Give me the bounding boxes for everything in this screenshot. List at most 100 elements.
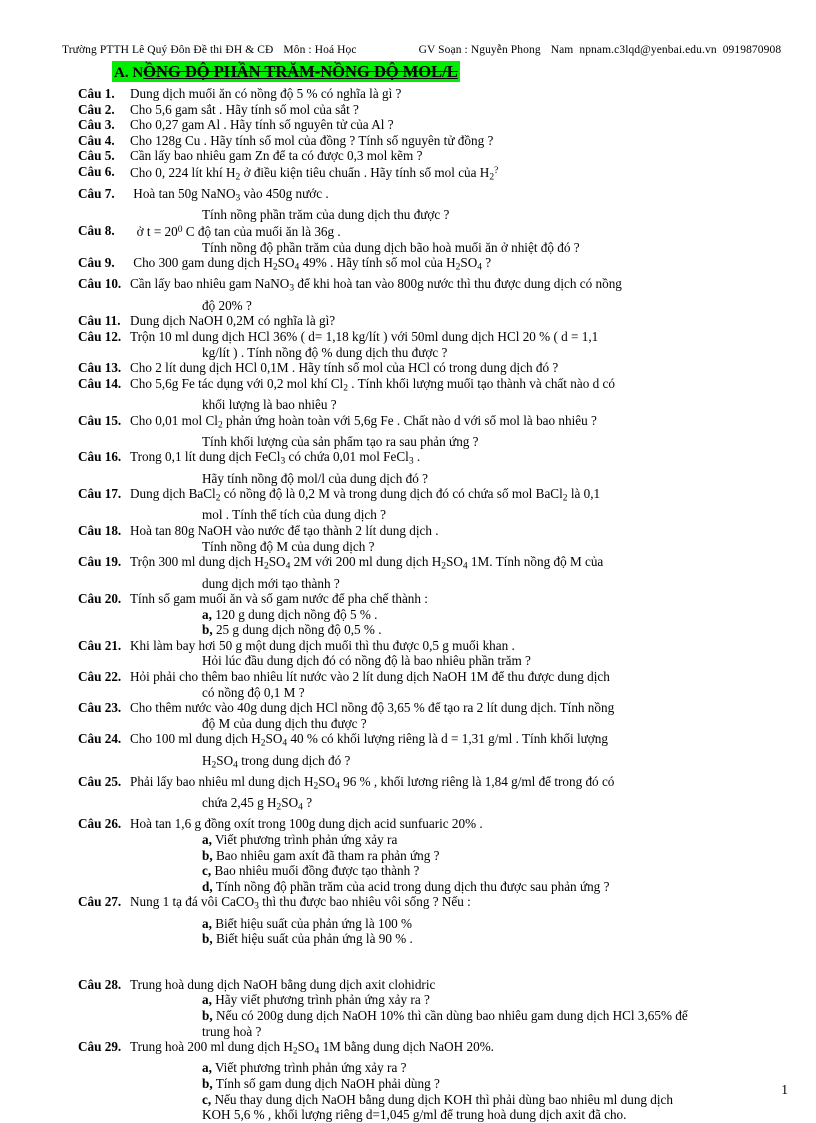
question-text: Cho 5,6g Fe tác dụng với 0,2 mol khí Cl2…	[130, 375, 615, 394]
question-item: Câu 24. Cho 100 ml dung dịch H2SO4 40 % c…	[62, 731, 804, 752]
question-label: Câu 24.	[78, 731, 122, 747]
question-item: Câu 23. Cho thêm nước vào 40g dung dịch …	[62, 700, 804, 716]
header-phone: 0919870908	[722, 44, 782, 56]
question-item: Câu 4. Cho 128g Cu . Hãy tính số mol của …	[62, 133, 804, 149]
question-item: Câu 20. Tính số gam muối ăn và số gam nướ…	[62, 591, 804, 607]
question-item: Câu 8. ở t = 200 C độ tan của muối ăn là…	[62, 223, 804, 240]
question-label: Câu 11.	[78, 313, 121, 329]
question-item: Câu 18. Hoà tan 80g NaOH vào nước để tạo…	[62, 523, 804, 539]
question-item: Câu 16. Trong 0,1 lít dung dịch FeCl3 có …	[62, 449, 804, 470]
question-item: Câu 14. Cho 5,6g Fe tác dụng với 0,2 mol …	[62, 376, 804, 397]
question-text: ở t = 200 C độ tan của muối ăn là 36g .	[130, 224, 341, 240]
question-list: Câu 1. Dung dịch muối ăn có nồng độ 5 % c…	[62, 86, 804, 1123]
question-label: Câu 14.	[78, 375, 122, 391]
question-text: Trộn 10 ml dung dịch HCl 36% ( d= 1,18 k…	[130, 328, 599, 344]
question-item: Câu 21. Khi làm bay hơi 50 g một dung dịc…	[62, 638, 804, 654]
question-item: Câu 6. Cho 0, 224 lít khí H2 ở điều kiện …	[62, 164, 804, 186]
question-continuation: khối lượng là bao nhiêu ?	[202, 396, 337, 412]
question-continuation: chứa 2,45 g H2SO4 ?	[202, 795, 313, 813]
question-text: Phải lấy bao nhiêu ml dung dịch H2SO4 96…	[130, 773, 615, 792]
question-text: Cho 0,27 gam Al . Hãy tính số nguyên tử …	[130, 117, 394, 133]
question-label: Câu 8.	[78, 223, 115, 239]
question-label: Câu 4.	[78, 132, 115, 148]
question-label: Câu 29.	[78, 1039, 122, 1055]
question-text: Cần lấy bao nhiêu gam NaNO3 để khi hoà t…	[130, 276, 622, 295]
question-continuation: H2SO4 trong dung dịch đó ?	[202, 752, 351, 771]
question-text: Cho 100 ml dung dịch H2SO4 40 % có khối …	[130, 731, 608, 750]
question-label: Câu 3.	[78, 117, 115, 133]
question-text: Dung dịch NaOH 0,2M có nghĩa là gì?	[130, 313, 336, 329]
question-item: Câu 2. Cho 5,6 gam sắt . Hãy tính số mol …	[62, 102, 804, 118]
question-subitem: KOH 5,6 % , khối lượng riêng d=1,045 g/m…	[202, 1107, 627, 1123]
question-item: Câu 3. Cho 0,27 gam Al . Hãy tính số nguy…	[62, 117, 804, 133]
question-label: Câu 19.	[78, 554, 122, 570]
header-teacher: GV Soạn : Nguyễn Phong	[418, 44, 541, 56]
question-text: Cho 128g Cu . Hãy tính số mol của đồng ?…	[130, 132, 494, 148]
question-continuation: Hỏi lúc đầu dung dịch đó có nồng độ là b…	[202, 653, 531, 669]
question-text: Cho 300 gam dung dịch H2SO4 49% . Hãy tí…	[130, 255, 492, 273]
question-subitem: d, Tính nồng độ phần trăm của acid trong…	[202, 878, 610, 894]
header-subject: Môn : Hoá Học	[283, 44, 357, 56]
question-text: Trong 0,1 lít dung dịch FeCl3 có chứa 0,…	[130, 449, 421, 468]
header-teacher-name: Nam	[550, 44, 574, 56]
question-label: Câu 10.	[78, 276, 122, 292]
question-text: Dung dịch muối ăn có nồng độ 5 % có nghĩ…	[130, 86, 402, 101]
question-text: Tính số gam muối ăn và số gam nước để ph…	[130, 591, 428, 607]
question-label: Câu 7.	[78, 186, 115, 202]
question-subitem: a, Hãy viết phương trình phản ứng xảy ra…	[202, 992, 430, 1008]
question-label: Câu 20.	[78, 591, 122, 607]
question-continuation: Tính nồng độ phần trăm của dung dịch bão…	[202, 239, 580, 255]
question-text: Hoà tan 50g NaNO3 vào 450g nước .	[130, 186, 329, 204]
question-text: Khi làm bay hơi 50 g một dung dịch muối …	[130, 637, 515, 653]
question-label: Câu 6.	[78, 163, 115, 179]
question-subitem: b, Biết hiệu suất của phản ứng là 90 % .	[202, 931, 413, 947]
question-item: Câu 10. Cần lấy bao nhiêu gam NaNO3 để kh…	[62, 276, 804, 297]
question-item: Câu 26. Hoà tan 1,6 g đồng oxít trong 100…	[62, 816, 804, 832]
question-item: Câu 19. Trộn 300 ml dung dịch H2SO4 2M vớ…	[62, 554, 804, 575]
question-item: Câu 17. Dung dịch BaCl2 có nồng độ là 0,2…	[62, 486, 804, 507]
question-label: Câu 23.	[78, 700, 122, 716]
question-subitem: a, Biết hiệu suất của phản ứng là 100 %	[202, 915, 413, 931]
question-continuation: Tính nồng phần trăm của dung dịch thu đư…	[202, 207, 450, 223]
question-label: Câu 1.	[78, 86, 115, 101]
question-continuation: Tính nồng độ M của dung dịch ?	[202, 538, 375, 554]
question-item: Câu 1. Dung dịch muối ăn có nồng độ 5 % c…	[62, 86, 804, 102]
question-subitem: b, Nếu có 200g dung dịch NaOH 10% thì cầ…	[202, 1008, 688, 1024]
question-continuation: Tính khối lượng của sản phẩm tạo ra sau …	[202, 433, 479, 449]
question-text: Hỏi phải cho thêm bao nhiêu lít nước vào…	[130, 669, 610, 685]
question-item: Câu 13. Cho 2 lít dung dịch HCl 0,1M . Hã…	[62, 360, 804, 376]
question-text: Dung dịch BaCl2 có nồng độ là 0,2 M và t…	[130, 486, 601, 504]
question-subitem: c, Bao nhiêu muối đồng được tạo thành ?	[202, 863, 420, 879]
question-text: Cần lấy bao nhiêu gam Zn để ta có được 0…	[130, 148, 423, 164]
question-label: Câu 2.	[78, 101, 115, 117]
question-label: Câu 12.	[78, 328, 122, 344]
question-text: Hoà tan 1,6 g đồng oxít trong 100g dung …	[130, 816, 483, 832]
document-header: Trường PTTH Lê Quý Đôn Đề thi ĐH & CĐ Môn…	[62, 44, 796, 57]
question-text: Cho 5,6 gam sắt . Hãy tính số mol của sắ…	[130, 101, 359, 117]
question-item: Câu 28. Trung hoà dung dịch NaOH bằng dun…	[62, 977, 804, 993]
question-subitem: a, 120 g dung dịch nồng độ 5 % .	[202, 606, 378, 622]
question-item: Câu 7. Hoà tan 50g NaNO3 vào 450g nước .	[62, 186, 804, 207]
question-item: Câu 9. Cho 300 gam dung dịch H2SO4 49% .…	[62, 255, 804, 276]
question-text: Nung 1 tạ đá vôi CaCO3 thì thu được bao …	[130, 894, 471, 913]
question-text: Trung hoà 200 ml dung dịch H2SO4 1M bằng…	[130, 1039, 494, 1057]
question-label: Câu 26.	[78, 816, 122, 832]
question-text: Trung hoà dung dịch NaOH bằng dung dịch …	[130, 976, 436, 992]
question-label: Câu 17.	[78, 486, 122, 502]
question-subitem: b, Bao nhiêu gam axít đã tham ra phản ứn…	[202, 847, 440, 863]
question-label: Câu 13.	[78, 360, 122, 376]
question-label: Câu 28.	[78, 976, 122, 992]
question-item: Câu 15. Cho 0,01 mol Cl2 phản ứng hoàn to…	[62, 413, 804, 434]
question-subitem: trung hoà ?	[202, 1023, 262, 1039]
question-continuation: có nồng độ 0,1 M ?	[202, 684, 305, 700]
question-item: Câu 11. Dung dịch NaOH 0,2M có nghĩa là …	[62, 313, 804, 329]
question-subitem: b, 25 g dung dịch nồng độ 0,5 % .	[202, 622, 382, 638]
header-school: Trường PTTH Lê Quý Đôn Đề thi ĐH & CĐ	[62, 44, 274, 56]
question-text: Trộn 300 ml dung dịch H2SO4 2M với 200 m…	[130, 554, 604, 572]
question-text: Cho thêm nước vào 40g dung dịch HCl nồng…	[130, 700, 615, 716]
question-label: Câu 27.	[78, 894, 122, 910]
question-subitem: a, Viết phương trình phản ứng xảy ra ?	[202, 1060, 407, 1076]
question-item: Câu 29. Trung hoà 200 ml dung dịch H2SO4 …	[62, 1039, 804, 1060]
question-label: Câu 18.	[78, 523, 122, 539]
